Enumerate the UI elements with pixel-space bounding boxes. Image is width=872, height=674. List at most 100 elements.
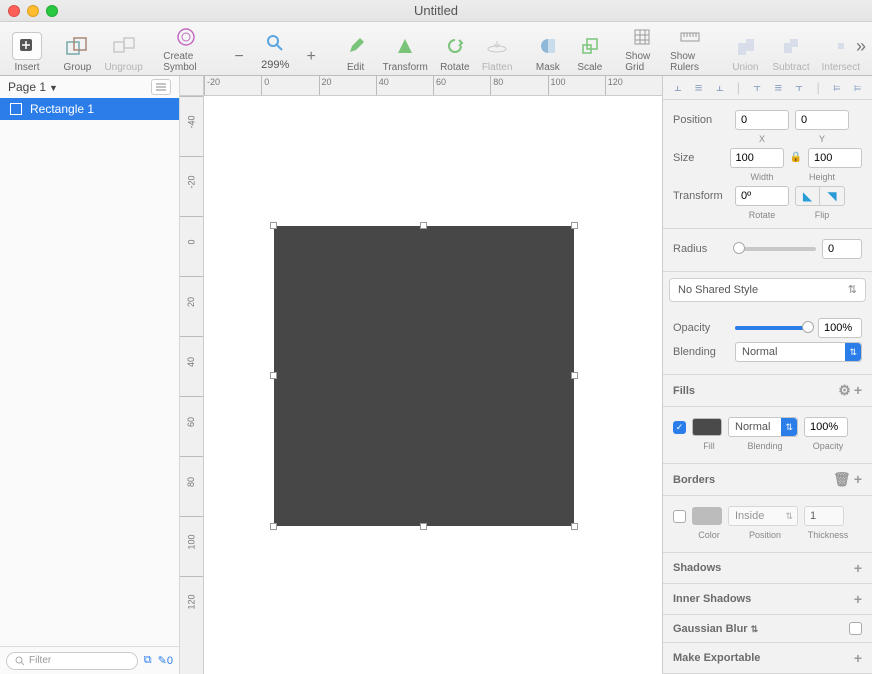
add-fill-button[interactable]: +: [854, 382, 862, 398]
resize-handle-se[interactable]: [571, 523, 578, 530]
fill-enable-checkbox[interactable]: ✓: [673, 421, 686, 434]
mask-icon: [539, 37, 557, 55]
blending-select[interactable]: Normal⇅: [735, 342, 862, 362]
rotate-icon: [446, 37, 464, 55]
opacity-label: Opacity: [673, 322, 729, 334]
add-shadow-button[interactable]: +: [854, 560, 862, 576]
page-list-button[interactable]: [151, 79, 171, 95]
radius-label: Radius: [673, 243, 729, 255]
create-symbol-tool[interactable]: Create Symbol: [157, 25, 216, 73]
border-color-swatch[interactable]: [692, 507, 722, 525]
blending-label: Blending: [673, 346, 729, 358]
width-input[interactable]: [730, 148, 784, 168]
union-tool: Union: [724, 25, 766, 73]
align-bottom-icon[interactable]: ⫟: [795, 79, 803, 95]
toolbar-overflow-button[interactable]: »: [856, 36, 866, 57]
union-icon: [736, 37, 754, 55]
window-title: Untitled: [0, 3, 872, 18]
border-enable-checkbox[interactable]: [673, 510, 686, 523]
add-export-button[interactable]: +: [854, 650, 862, 666]
scale-tool[interactable]: Scale: [569, 25, 611, 73]
radius-input[interactable]: [822, 239, 862, 259]
resize-handle-w[interactable]: [270, 372, 277, 379]
transform-tool[interactable]: Transform: [377, 25, 434, 73]
layer-item-rectangle-1[interactable]: Rectangle 1: [0, 98, 179, 120]
fill-blending-select[interactable]: Normal⇅: [728, 417, 798, 437]
lock-aspect-icon[interactable]: 🔒: [790, 152, 802, 163]
flatten-icon: [487, 39, 507, 53]
border-thickness-input[interactable]: [804, 506, 844, 526]
resize-handle-s[interactable]: [420, 523, 427, 530]
grid-icon: [633, 28, 651, 46]
resize-handle-n[interactable]: [420, 222, 427, 229]
align-top-icon[interactable]: ⫟: [753, 79, 761, 95]
resize-handle-sw[interactable]: [270, 523, 277, 530]
add-border-button[interactable]: +: [854, 471, 862, 487]
show-rulers-tool[interactable]: Show Rulers: [664, 25, 716, 73]
fills-header: Fills ⚙ +: [663, 375, 872, 407]
add-inner-shadow-button[interactable]: +: [854, 591, 862, 607]
flip-buttons[interactable]: ◣◥: [795, 186, 845, 206]
align-left-icon[interactable]: ⫠: [674, 79, 682, 95]
inner-shadows-header[interactable]: Inner Shadows+: [663, 584, 872, 615]
shadows-header[interactable]: Shadows+: [663, 553, 872, 584]
opacity-slider[interactable]: [735, 326, 812, 330]
ruler-corner: [180, 76, 204, 96]
delete-border-icon[interactable]: 🗑: [833, 471, 851, 487]
position-x-input[interactable]: [735, 110, 789, 130]
flip-v-icon[interactable]: ◥: [820, 187, 844, 205]
rotate-tool[interactable]: Rotate: [434, 25, 476, 73]
fill-opacity-input[interactable]: [804, 417, 848, 437]
align-right-icon[interactable]: ⫠: [716, 79, 724, 95]
position-label: Position: [673, 114, 729, 126]
make-exportable-header[interactable]: Make Exportable+: [663, 643, 872, 674]
resize-handle-e[interactable]: [571, 372, 578, 379]
align-center-v-icon[interactable]: ≡: [775, 80, 783, 95]
canvas-area[interactable]: -200 2040 6080 100120 -40-20 020 4060 80…: [180, 76, 662, 674]
gaussian-blur-header[interactable]: Gaussian Blur ⇅: [663, 615, 872, 643]
filter-input[interactable]: Filter: [6, 652, 138, 670]
insert-tool[interactable]: Insert: [6, 25, 48, 73]
slices-icon[interactable]: ✎0: [158, 654, 173, 667]
ruler-icon: [680, 30, 700, 44]
horizontal-ruler[interactable]: -200 2040 6080 100120: [204, 76, 662, 96]
magnify-icon: [266, 34, 284, 52]
resize-handle-nw[interactable]: [270, 222, 277, 229]
plus-icon: [19, 38, 35, 54]
fills-settings-icon[interactable]: ⚙: [838, 382, 851, 398]
shared-style-select[interactable]: No Shared Style⇅: [669, 278, 866, 302]
group-tool[interactable]: Group: [56, 25, 98, 73]
flip-h-icon[interactable]: ◣: [796, 187, 820, 205]
align-center-h-icon[interactable]: ≡: [695, 80, 703, 95]
scale-icon: [581, 37, 599, 55]
size-label: Size: [673, 152, 724, 164]
distribute-h-icon[interactable]: ⫢: [833, 79, 840, 95]
fill-color-swatch[interactable]: [692, 418, 722, 436]
edit-tool[interactable]: Edit: [335, 25, 377, 73]
mask-tool[interactable]: Mask: [527, 25, 569, 73]
rotate-input[interactable]: [735, 186, 789, 206]
radius-slider[interactable]: [735, 247, 816, 251]
show-grid-tool[interactable]: Show Grid: [619, 25, 664, 73]
border-position-select[interactable]: Inside⇅: [728, 506, 798, 526]
window-titlebar: Untitled: [0, 0, 872, 22]
opacity-input[interactable]: [818, 318, 862, 338]
vertical-ruler[interactable]: -40-20 020 4060 80100 120: [180, 96, 204, 674]
canvas[interactable]: [204, 96, 662, 674]
height-input[interactable]: [808, 148, 862, 168]
zoom-in-tool[interactable]: +: [296, 25, 326, 73]
distribute-v-icon[interactable]: ⫢: [854, 79, 861, 95]
search-icon: [15, 656, 25, 666]
zoom-tool[interactable]: 299%: [254, 25, 296, 73]
resize-handle-ne[interactable]: [571, 222, 578, 229]
page-selector[interactable]: Page 1▼: [8, 80, 58, 94]
blur-enable-checkbox[interactable]: [849, 622, 862, 635]
selected-rectangle[interactable]: [274, 226, 574, 526]
ungroup-icon: [113, 37, 135, 55]
zoom-out-tool[interactable]: −: [224, 25, 254, 73]
pages-icon[interactable]: ⧉: [144, 654, 152, 667]
subtract-icon: [782, 37, 800, 55]
subtract-tool: Subtract: [766, 25, 815, 73]
rectangle-icon: [10, 103, 22, 115]
position-y-input[interactable]: [795, 110, 849, 130]
